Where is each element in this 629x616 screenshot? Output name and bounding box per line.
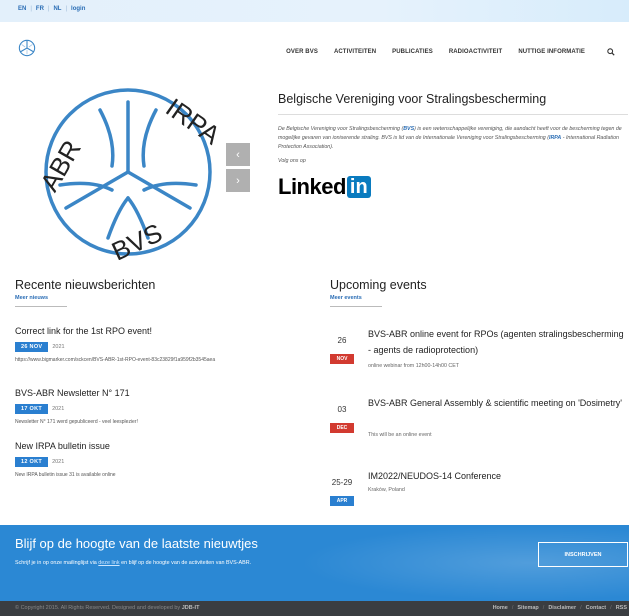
site-header: OVER BVS ACTIVITEITEN PUBLICATIES RADIOA… <box>0 22 629 80</box>
footer-link-contact[interactable]: Contact <box>586 605 606 611</box>
date-badge: 17 OKT <box>15 404 49 414</box>
developer-link[interactable]: JDB-IT <box>182 605 200 611</box>
logo-text-abr: ABR <box>34 135 87 196</box>
chevron-left-icon: ‹ <box>236 148 240 161</box>
news-year: 2021 <box>52 344 65 350</box>
event-day: 25-29 <box>331 478 353 487</box>
hero-description: De Belgische Vereniging voor Stralingsbe… <box>278 125 623 152</box>
irpa-link[interactable]: IRPA <box>549 135 561 141</box>
event-subtitle: This will be an online event <box>368 432 432 438</box>
bvs-abr-irpa-logo: IRPA ABR BVS <box>34 88 226 260</box>
site-logo-icon[interactable] <box>18 39 36 57</box>
divider <box>330 306 382 307</box>
top-bar: EN | FR | NL | login <box>0 0 629 22</box>
nav-publicaties[interactable]: PUBLICATIES <box>392 49 433 55</box>
news-meta: 12 OKT 2021 <box>15 457 315 467</box>
separator: | <box>47 6 50 12</box>
top-bar-background <box>0 0 629 22</box>
footer-link-rss[interactable]: RSS <box>616 605 627 611</box>
news-item: Correct link for the 1st RPO event! 26 N… <box>15 326 315 363</box>
news-title-link[interactable]: Correct link for the 1st RPO event! <box>15 326 315 336</box>
desc-text: De Belgische Vereniging voor Stralingsbe… <box>278 126 404 132</box>
search-icon[interactable] <box>607 48 615 56</box>
slider-next-button[interactable]: › <box>226 169 250 192</box>
lang-nl-link[interactable]: NL <box>53 6 61 12</box>
newsletter-title: Blijf op de hoogte van de laatste nieuwt… <box>15 536 258 551</box>
event-title-link[interactable]: BVS-ABR online event for RPOs (agenten s… <box>368 326 628 358</box>
event-month-badge: NOV <box>330 354 354 364</box>
news-title-link[interactable]: BVS-ABR Newsletter N° 171 <box>15 388 315 398</box>
login-link[interactable]: login <box>71 6 85 12</box>
footer-link-disclaimer[interactable]: Disclaimer <box>548 605 576 611</box>
hero-text: Belgische Vereniging voor Stralingsbesch… <box>278 92 628 200</box>
separator: / <box>580 605 582 611</box>
nav-radioactiviteit[interactable]: RADIOACTIVITEIT <box>449 49 503 55</box>
news-section: Recente nieuwsberichten Meer nieuws Corr… <box>15 278 315 478</box>
more-news-link[interactable]: Meer nieuws <box>15 295 315 301</box>
newsletter-text: Schrijf je in op onze mailinglijst via d… <box>15 560 251 566</box>
separator: | <box>65 6 68 12</box>
newsletter-text-part: en blijf op de hoogte van de activiteite… <box>119 560 252 566</box>
news-year: 2021 <box>52 406 65 412</box>
footer-links: Home / Sitemap / Disclaimer / Contact / … <box>493 605 627 611</box>
news-excerpt: Newsletter N° 171 werd gepubliceerd - ve… <box>15 419 138 425</box>
copyright-label: © Copyright 2015. All Rights Reserved. D… <box>15 605 182 611</box>
separator: / <box>610 605 612 611</box>
footer-link-home[interactable]: Home <box>493 605 508 611</box>
bvs-link[interactable]: BVS <box>403 126 414 132</box>
events-heading: Upcoming events <box>330 278 427 292</box>
news-heading: Recente nieuwsberichten <box>15 278 156 292</box>
more-events-link[interactable]: Meer events <box>330 295 625 301</box>
copyright-text: © Copyright 2015. All Rights Reserved. D… <box>15 605 199 611</box>
news-title-link[interactable]: New IRPA bulletin issue <box>15 441 315 451</box>
footer-link-sitemap[interactable]: Sitemap <box>517 605 538 611</box>
news-item: New IRPA bulletin issue 12 OKT 2021 New … <box>15 441 315 478</box>
date-badge: 12 OKT <box>15 457 49 467</box>
nav-activiteiten[interactable]: ACTIVITEITEN <box>334 49 376 55</box>
separator: / <box>542 605 545 611</box>
event-day: 03 <box>337 405 347 414</box>
event-title-link[interactable]: IM2022/NEUDOS-14 Conference <box>368 468 628 484</box>
logo-text-irpa: IRPA <box>160 92 226 151</box>
news-meta: 17 OKT 2021 <box>15 404 315 414</box>
divider <box>278 114 628 115</box>
newsletter-text-part: Schrijf je in op onze mailinglijst via <box>15 560 99 566</box>
newsletter-link[interactable]: deze link <box>98 560 119 566</box>
divider <box>15 306 67 307</box>
event-subtitle: Kraków, Poland <box>368 487 405 493</box>
lang-en-link[interactable]: EN <box>18 6 26 12</box>
subscribe-button[interactable]: INSCHRIJVEN <box>538 542 628 567</box>
news-meta: 26 NOV 2021 <box>15 342 315 352</box>
linkedin-text: Linked <box>278 174 346 199</box>
hero-title: Belgische Vereniging voor Stralingsbesch… <box>278 92 547 106</box>
language-bar: EN | FR | NL | login <box>18 6 85 12</box>
slider-controls: ‹ › <box>226 143 250 195</box>
follow-us-label: Volg ons op <box>278 158 306 164</box>
slider-prev-button[interactable]: ‹ <box>226 143 250 166</box>
main-nav: OVER BVS ACTIVITEITEN PUBLICATIES RADIOA… <box>270 48 615 56</box>
news-excerpt: New IRPA bulletin issue 31 is available … <box>15 472 116 478</box>
event-month-badge: APR <box>330 496 354 506</box>
linkedin-box: in <box>346 176 371 198</box>
site-footer: © Copyright 2015. All Rights Reserved. D… <box>0 601 629 616</box>
chevron-right-icon: › <box>236 174 240 187</box>
separator: / <box>511 605 514 611</box>
events-section: Upcoming events Meer events 26 NOV BVS-A… <box>330 278 625 506</box>
lang-fr-link[interactable]: FR <box>36 6 44 12</box>
newsletter-banner: Blijf op de hoogte van de laatste nieuwt… <box>0 525 629 601</box>
news-item: BVS-ABR Newsletter N° 171 17 OKT 2021 Ne… <box>15 388 315 425</box>
logo-text-bvs: BVS <box>107 217 167 260</box>
nav-nuttige-informatie[interactable]: NUTTIGE INFORMATIE <box>518 49 585 55</box>
news-excerpt: https://www.bigmarker.com/sckcen/BVS-ABR… <box>15 357 216 363</box>
event-month-badge: DEC <box>330 423 354 433</box>
event-title-link[interactable]: BVS-ABR General Assembly & scientific me… <box>368 395 628 411</box>
news-year: 2021 <box>52 459 65 465</box>
linkedin-logo[interactable]: Linked in <box>278 174 623 200</box>
nav-over-bvs[interactable]: OVER BVS <box>286 49 318 55</box>
event-day: 26 <box>337 336 347 345</box>
separator: | <box>30 6 32 12</box>
date-badge: 26 NOV <box>15 342 49 352</box>
hero-section: IRPA ABR BVS ‹ › Belgische Vereniging vo… <box>0 80 629 260</box>
event-subtitle: online webinar from 12h00-14h00 CET <box>368 363 459 369</box>
